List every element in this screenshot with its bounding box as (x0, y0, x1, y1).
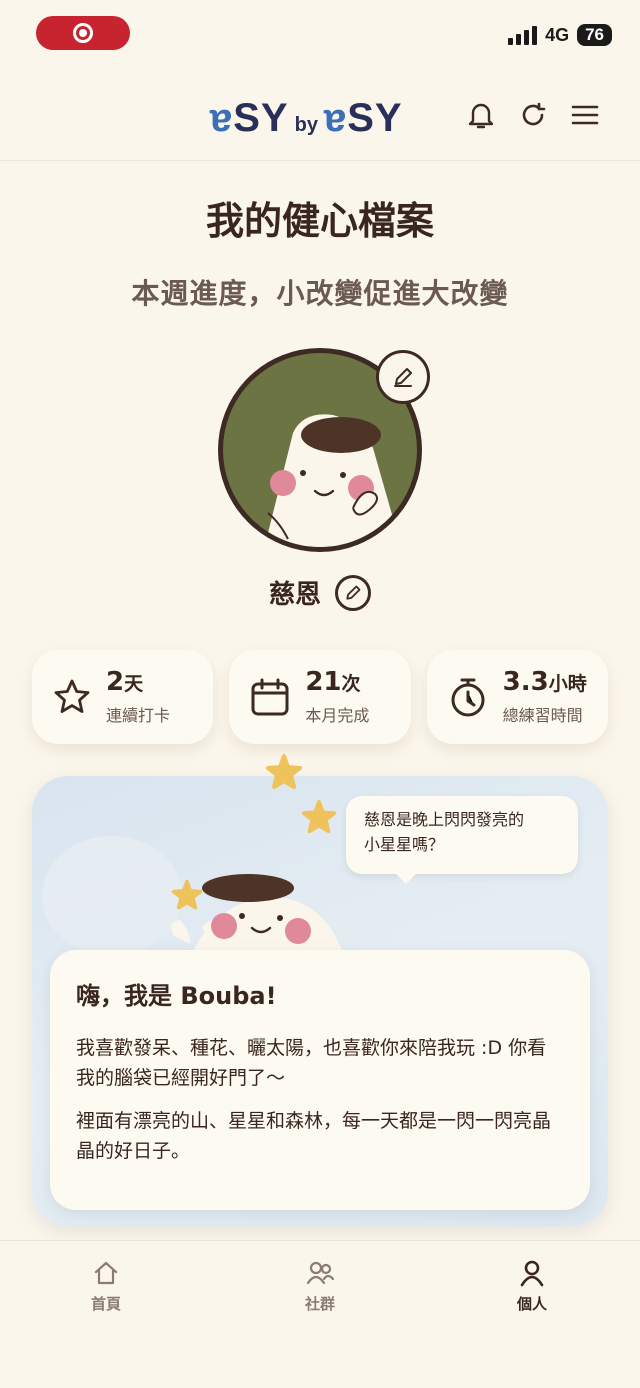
nav-profile[interactable]: 個人 (492, 1259, 572, 1314)
page-title: 我的健心檔案 (205, 199, 434, 243)
nav-label: 首頁 (90, 1295, 121, 1313)
stat-value: 2 (106, 666, 125, 697)
stat-unit: 天 (124, 672, 144, 695)
speech-line: 慈恩是晚上閃閃發亮的 (364, 810, 525, 829)
stat-label: 總練習時間 (502, 706, 583, 726)
status-bar: 4G 76 (0, 0, 640, 72)
stat-value: 21 (305, 666, 342, 697)
home-icon (94, 1261, 118, 1285)
network-type: 4G (545, 24, 570, 45)
header-divider (0, 160, 640, 161)
intro-paragraph: 我喜歡發呆、種花、曬太陽，也喜歡你來陪我玩 :D 你看我的腦袋已經開好門了～ (76, 1037, 547, 1090)
app-header: ɐSY by ɐSY (0, 82, 640, 160)
stat-monthly[interactable]: 21次 本月完成 (229, 650, 411, 744)
person-icon (520, 1260, 544, 1287)
pencil-icon (346, 585, 361, 600)
pencil-icon (394, 368, 412, 387)
star-decoration (266, 754, 302, 789)
stopwatch-icon (451, 678, 485, 717)
avatar-edit-button[interactable] (376, 350, 430, 404)
stats-row: 2天 連續打卡 21次 本月完成 3.3小時 總練習時間 (32, 650, 608, 744)
stat-streak[interactable]: 2天 連續打卡 (32, 650, 214, 744)
nav-label: 個人 (516, 1295, 547, 1313)
bell-icon[interactable] (466, 100, 496, 130)
nav-label: 社群 (304, 1295, 335, 1313)
screen-record-indicator[interactable] (36, 16, 130, 50)
name-edit-button[interactable] (335, 574, 371, 611)
signal-icon (508, 25, 538, 45)
star-icon (54, 679, 90, 713)
stat-unit: 小時 (548, 672, 587, 695)
app-logo[interactable]: ɐSY by ɐSY (210, 96, 403, 141)
nav-community[interactable]: 社群 (280, 1259, 360, 1314)
refresh-icon[interactable] (518, 100, 548, 130)
stat-value: 3.3 (502, 666, 549, 697)
username: 慈恩 (268, 580, 321, 610)
calendar-icon (251, 678, 289, 716)
avatar-container (218, 348, 430, 552)
star-decoration (301, 799, 337, 834)
stat-practice-time[interactable]: 3.3小時 總練習時間 (426, 650, 608, 744)
stat-unit: 次 (341, 672, 361, 695)
nav-home[interactable]: 首頁 (66, 1259, 146, 1314)
stat-label: 連續打卡 (106, 706, 171, 726)
bottom-nav: 首頁 社群 個人 (0, 1240, 640, 1388)
stat-label: 本月完成 (305, 706, 370, 726)
star-decoration (171, 879, 203, 910)
bouba-intro-card: 嗨，我是 Bouba! 我喜歡發呆、種花、曬太陽，也喜歡你來陪我玩 :D 你看我… (50, 950, 590, 1210)
community-icon (306, 1261, 335, 1285)
speech-bubble: 慈恩是晚上閃閃發亮的 小星星嗎？ (346, 796, 578, 884)
intro-paragraph: 裡面有漂亮的山、星星和森林，每一天都是一閃一閃亮晶晶的好日子。 (76, 1109, 552, 1163)
intro-title: 嗨，我是 Bouba! (76, 982, 277, 1010)
record-icon (73, 23, 93, 43)
speech-line: 小星星嗎？ (364, 834, 445, 854)
page-subtitle: 本週進度，小改變促進大改變 (131, 277, 509, 310)
battery-level: 76 (577, 24, 612, 46)
menu-icon[interactable] (570, 100, 600, 130)
